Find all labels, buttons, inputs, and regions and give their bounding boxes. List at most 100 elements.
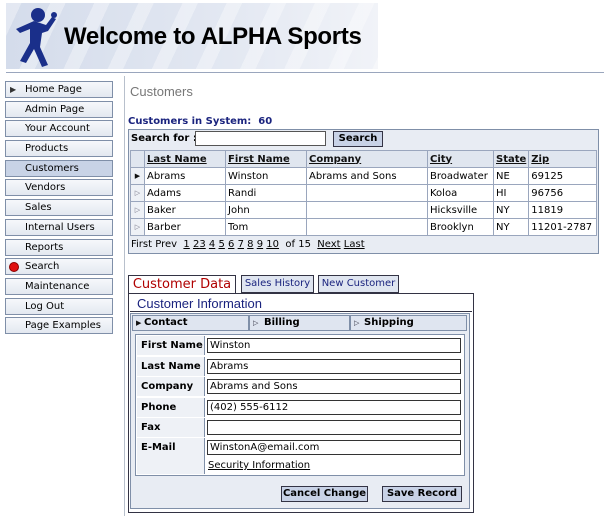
cell-zip: 69125 (528, 167, 597, 185)
selector-header-cell (130, 150, 145, 168)
cell-state: HI (492, 184, 530, 202)
pager-page-1[interactable]: 1 (183, 239, 189, 250)
arrow-right-icon: ▶ (136, 319, 142, 327)
row-selector-icon[interactable]: ▷ (130, 184, 145, 202)
column-header-first-name[interactable]: First Name (225, 150, 307, 168)
search-button[interactable]: Search (333, 131, 383, 147)
email-label: E-Mail (137, 438, 205, 457)
sidebar-item-maintenance[interactable]: Maintenance (5, 277, 113, 295)
cell-last-name: Baker (144, 201, 226, 219)
table-row[interactable]: ▷ Barber Tom Brooklyn NY 11201-2787 (130, 218, 597, 236)
red-dot-icon (9, 262, 19, 273)
save-record-button[interactable]: Save Record (382, 486, 462, 502)
cell-state: NY (492, 201, 530, 219)
cell-city: Hicksville (427, 201, 494, 219)
customer-table: Last Name First Name Company City State … (130, 150, 597, 236)
first-name-field[interactable]: Winston (207, 338, 461, 353)
sidebar-item-customers[interactable]: Customers (5, 159, 113, 177)
sidebar-item-reports[interactable]: Reports (5, 238, 113, 256)
pager-next-link[interactable]: Next (317, 239, 340, 250)
last-name-field[interactable]: Abrams (207, 359, 461, 374)
sidebar-item-search[interactable]: Search (5, 258, 113, 276)
sidebar-item-page-examples[interactable]: Page Examples (5, 317, 113, 335)
cell-company (306, 184, 428, 202)
column-header-city[interactable]: City (427, 150, 494, 168)
cell-first-name: John (225, 201, 307, 219)
column-header-state[interactable]: State (492, 150, 530, 168)
row-selector-icon[interactable]: ▷ (130, 201, 145, 219)
sidebar-item-sales[interactable]: Sales (5, 199, 113, 217)
sidebar-item-label: Home Page (25, 84, 82, 95)
company-field[interactable]: Abrams and Sons (207, 379, 461, 394)
pager: First Prev 1 23 4 5 6 7 8 9 10 of 15 Nex… (131, 239, 365, 250)
pager-page-6[interactable]: 6 (228, 239, 234, 250)
phone-field[interactable]: (402) 555-6112 (207, 400, 461, 415)
pager-page-8[interactable]: 8 (247, 239, 253, 250)
sidebar: ▶ Home Page Admin Page Your Account Produ… (5, 81, 113, 337)
phone-label: Phone (137, 398, 205, 417)
row-selector-icon[interactable]: ▶ (130, 167, 145, 185)
search-input[interactable] (195, 131, 326, 146)
arrow-right-icon: ▷ (354, 319, 360, 327)
column-header-zip[interactable]: Zip (528, 150, 597, 168)
tab-sales-history[interactable]: Sales History (241, 275, 314, 293)
tab-customer-data[interactable]: Customer Data (128, 275, 236, 294)
sidebar-item-label: Admin Page (25, 103, 85, 115)
sidebar-item-label: Internal Users (25, 221, 95, 233)
sidebar-item-admin-page[interactable]: Admin Page (5, 100, 113, 118)
cell-last-name: Barber (144, 218, 226, 236)
pager-last-link[interactable]: Last (344, 239, 365, 250)
sidebar-item-home-page[interactable]: ▶ Home Page (5, 81, 113, 98)
table-row[interactable]: ▷ Adams Randi Koloa HI 96756 (130, 184, 597, 202)
subtab-billing[interactable]: ▷ Billing (249, 315, 350, 331)
arrow-right-icon: ▶ (10, 85, 17, 94)
sidebar-item-internal-users[interactable]: Internal Users (5, 218, 113, 236)
sidebar-item-vendors[interactable]: Vendors (5, 179, 113, 197)
subtab-contact[interactable]: ▶ Contact (132, 315, 249, 331)
sidebar-item-label: Search (25, 261, 60, 273)
cell-zip: 96756 (528, 184, 597, 202)
last-name-label: Last Name (137, 357, 205, 376)
pager-page-10[interactable]: 10 (266, 239, 279, 250)
company-label: Company (137, 377, 205, 396)
row-selector-icon[interactable]: ▷ (130, 218, 145, 236)
subtab-shipping[interactable]: ▷ Shipping (350, 315, 467, 331)
pager-prev-link[interactable]: Prev (155, 239, 177, 250)
arrow-right-icon: ▷ (253, 319, 259, 327)
fax-field[interactable] (207, 420, 461, 435)
banner-title: Welcome to ALPHA Sports (64, 23, 362, 50)
table-row[interactable]: ▷ Baker John Hicksville NY 11819 (130, 201, 597, 219)
column-header-company[interactable]: Company (306, 150, 428, 168)
sidebar-item-label: Customers (25, 162, 79, 174)
sidebar-item-label: Log Out (25, 300, 65, 312)
first-name-label: First Name (137, 336, 205, 355)
sidebar-item-log-out[interactable]: Log Out (5, 297, 113, 315)
subtab-label: Contact (144, 317, 188, 328)
pager-page-9[interactable]: 9 (257, 239, 263, 250)
pager-of-text: of 15 (285, 239, 311, 250)
pager-page-7[interactable]: 7 (238, 239, 244, 250)
discus-thrower-logo-icon (16, 8, 57, 67)
pager-first-link[interactable]: First (131, 239, 152, 250)
sidebar-item-label: Products (25, 143, 69, 155)
cell-city: Brooklyn (427, 218, 494, 236)
sidebar-item-products[interactable]: Products (5, 140, 113, 158)
sidebar-divider (124, 76, 125, 516)
pager-page-4[interactable]: 4 (209, 239, 215, 250)
email-field[interactable]: WinstonA@email.com (207, 440, 461, 455)
table-row[interactable]: ▶ Abrams Winston Abrams and Sons Broadwa… (130, 167, 597, 185)
security-information-link[interactable]: Security Information (208, 460, 310, 471)
security-label-cell (137, 457, 205, 474)
cell-first-name: Tom (225, 218, 307, 236)
customer-count-value: 60 (258, 116, 273, 127)
tab-new-customer[interactable]: New Customer (318, 275, 399, 293)
customer-info-divider (130, 311, 472, 312)
sidebar-item-label: Reports (25, 241, 64, 253)
cell-city: Koloa (427, 184, 494, 202)
pager-page-3[interactable]: 3 (199, 239, 205, 250)
cell-company: Abrams and Sons (306, 167, 428, 185)
column-header-last-name[interactable]: Last Name (144, 150, 226, 168)
pager-page-5[interactable]: 5 (218, 239, 224, 250)
cancel-change-button[interactable]: Cancel Change (281, 486, 368, 502)
sidebar-item-your-account[interactable]: Your Account (5, 120, 113, 138)
